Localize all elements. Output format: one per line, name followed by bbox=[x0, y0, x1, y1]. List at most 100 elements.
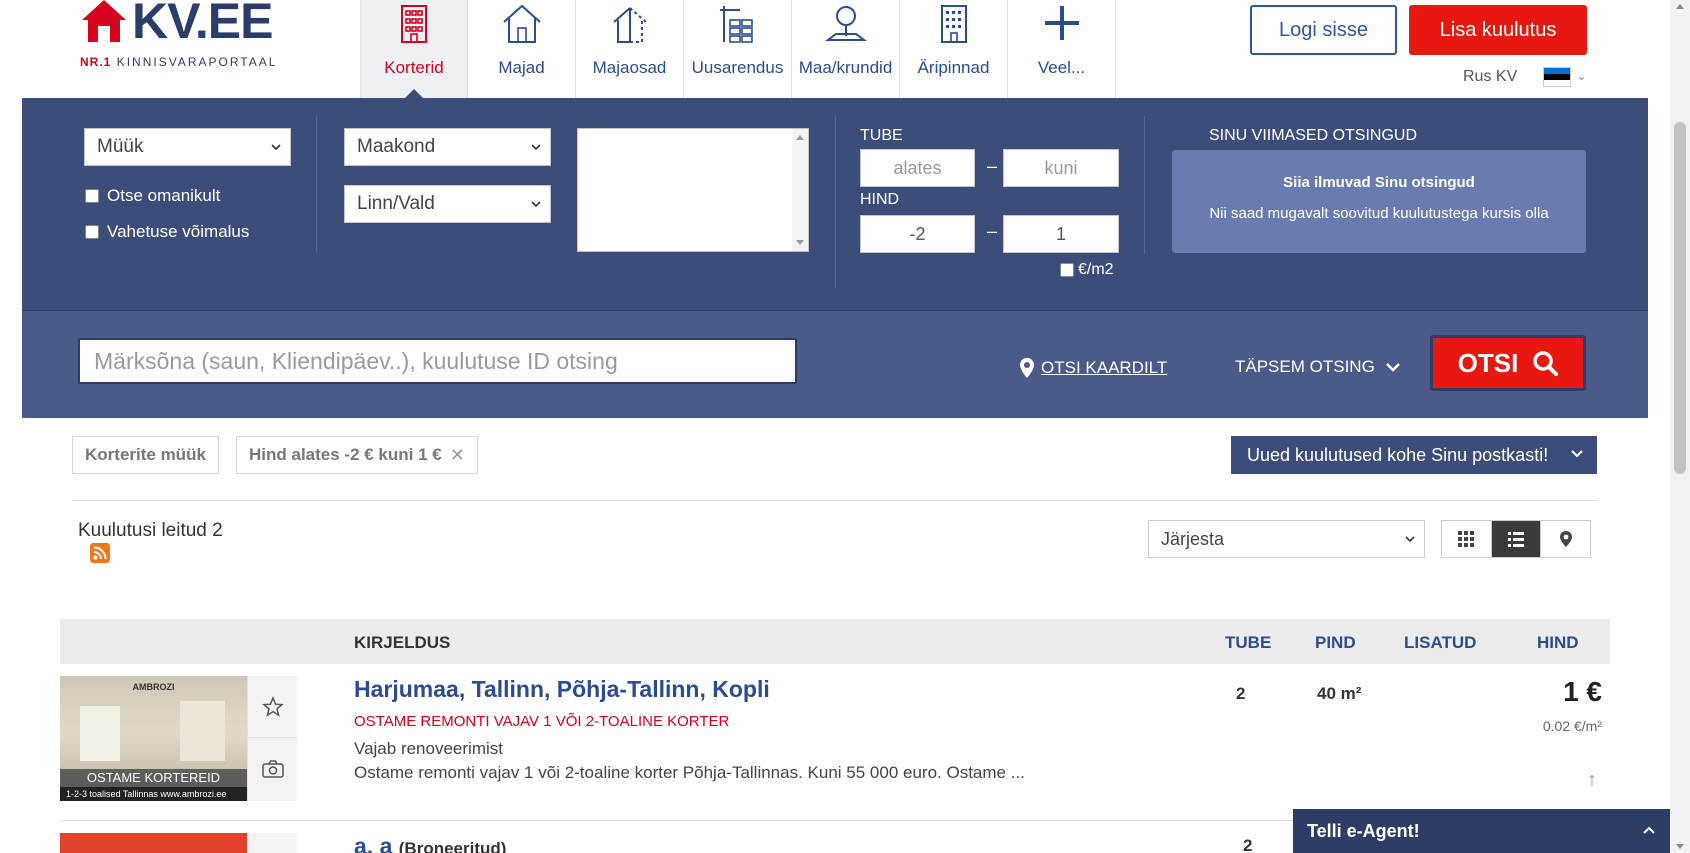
nav-label: Uusarendus bbox=[691, 58, 784, 77]
add-listing-button[interactable]: Lisa kuulutus bbox=[1409, 5, 1587, 55]
exchange-checkbox[interactable]: Vahetuse võimalus bbox=[85, 222, 249, 242]
page-scrollbar[interactable] bbox=[1670, 0, 1690, 853]
favorite-button[interactable] bbox=[248, 676, 297, 738]
nav-item-korterid[interactable]: Korterid bbox=[360, 0, 468, 98]
range-dash: – bbox=[987, 221, 998, 241]
divider bbox=[1144, 116, 1145, 254]
sort-select[interactable]: Järjesta bbox=[1148, 520, 1425, 558]
chevron-down-icon bbox=[531, 144, 541, 151]
recent-searches-heading: Siia ilmuvad Sinu otsingud bbox=[1283, 174, 1475, 191]
nav-item-uusarendus[interactable]: Uusarendus bbox=[684, 0, 792, 98]
arrow-up-icon: ↑ bbox=[1587, 768, 1597, 791]
camera-icon bbox=[261, 760, 284, 778]
grid-icon bbox=[1458, 531, 1475, 547]
listing-title[interactable]: a, a (Broneeritud) bbox=[354, 833, 506, 853]
listing-actions bbox=[247, 676, 297, 801]
per-m2-checkbox[interactable]: €/m2 bbox=[1060, 261, 1114, 279]
nav-label: Maa/krundid bbox=[798, 58, 893, 77]
listing-description: Vajab renoveerimist bbox=[354, 739, 503, 758]
list-view-button[interactable] bbox=[1491, 521, 1542, 557]
chevron-down-icon bbox=[1385, 363, 1400, 372]
listbox-scrollbar[interactable] bbox=[792, 129, 808, 251]
nav-label: Veel... bbox=[1037, 58, 1086, 77]
header-area[interactable]: PIND bbox=[1315, 633, 1356, 653]
nav-item-aripinnad[interactable]: Äripinnad bbox=[900, 0, 1008, 98]
owner-checkbox[interactable]: Otse omanikult bbox=[85, 186, 220, 206]
listing-title-text: a, a bbox=[354, 833, 393, 853]
nav-item-veel[interactable]: Veel... bbox=[1008, 0, 1116, 98]
district-listbox[interactable] bbox=[577, 128, 809, 252]
checkbox-box[interactable] bbox=[1060, 263, 1074, 277]
rooms-from-input[interactable]: alates bbox=[860, 149, 975, 187]
scroll-up-icon[interactable] bbox=[1676, 4, 1684, 9]
divider bbox=[72, 500, 1597, 501]
nav-item-majad[interactable]: Majad bbox=[468, 0, 576, 98]
site-header: KV.EE NR.1 KINNISVARAPORTAAL Korterid Ma… bbox=[0, 0, 1670, 98]
header-description[interactable]: KIRJELDUS bbox=[354, 633, 450, 653]
advanced-search-toggle[interactable]: TÄPSEM OTSING bbox=[1235, 357, 1401, 377]
recent-searches-text: Nii saad mugavalt soovitud kuulutustega … bbox=[1209, 205, 1549, 222]
plus-icon bbox=[1044, 6, 1079, 40]
eagent-label: Telli e-Agent! bbox=[1307, 820, 1420, 841]
city-select[interactable]: Linn/Vald bbox=[344, 185, 551, 223]
price-to-input[interactable]: 1 bbox=[1003, 215, 1119, 253]
map-pin-icon bbox=[1559, 531, 1572, 547]
email-alert-button[interactable]: Uued kuulutused kohe Sinu postkasti! bbox=[1231, 436, 1597, 474]
map-view-button[interactable] bbox=[1541, 521, 1590, 557]
listing-title[interactable]: Harjumaa, Tallinn, Põhja-Tallinn, Kopli bbox=[354, 676, 770, 703]
rss-glyph bbox=[93, 546, 107, 560]
nav-item-maa-krundid[interactable]: Maa/krundid bbox=[792, 0, 900, 98]
advanced-search-label: TÄPSEM OTSING bbox=[1235, 357, 1375, 376]
thumbnail-window-shape bbox=[80, 706, 120, 761]
nav-label: Äripinnad bbox=[917, 58, 990, 77]
filter-chip-label: Korterite müük bbox=[85, 445, 206, 464]
rss-icon[interactable] bbox=[90, 543, 110, 563]
listing-price: 1 € bbox=[1563, 676, 1602, 707]
view-switcher bbox=[1441, 520, 1591, 558]
gallery-button[interactable] bbox=[248, 738, 297, 800]
price-label: HIND bbox=[860, 191, 900, 208]
nav-label: Majaosad bbox=[592, 58, 667, 77]
land-icon bbox=[824, 6, 867, 41]
grid-view-button[interactable] bbox=[1442, 521, 1492, 557]
nav-item-majaosad[interactable]: Majaosad bbox=[576, 0, 684, 98]
checkbox-box[interactable] bbox=[85, 225, 99, 239]
header-rooms[interactable]: TUBE bbox=[1225, 633, 1271, 653]
scroll-up-icon[interactable] bbox=[796, 135, 804, 140]
price-from-input[interactable]: -2 bbox=[860, 215, 975, 253]
listing-description: Ostame remonti vajav 1 või 2-toaline kor… bbox=[354, 763, 1025, 782]
listing-thumbnail[interactable]: AMBROZI OSTAME KORTEREID 1-2-3 toalised … bbox=[60, 676, 247, 801]
login-button[interactable]: Logi sisse bbox=[1250, 5, 1397, 55]
search-on-map-link[interactable]: OTSI KAARDILT bbox=[1019, 357, 1167, 379]
listing-rooms: 2 bbox=[1243, 836, 1253, 853]
scroll-down-icon[interactable] bbox=[796, 240, 804, 245]
site-logo[interactable]: KV.EE NR.1 KINNISVARAPORTAAL bbox=[80, 0, 295, 75]
eagent-panel-toggle[interactable]: Telli e-Agent! bbox=[1293, 809, 1671, 853]
checkbox-box[interactable] bbox=[85, 189, 99, 203]
deal-type-select[interactable]: Müük bbox=[84, 128, 291, 166]
listing-badge: (Broneeritud) bbox=[398, 839, 507, 853]
header-price[interactable]: HIND bbox=[1537, 633, 1579, 653]
chevron-down-icon bbox=[1405, 536, 1415, 543]
listing-price-per-m2: 0.02 €/m² bbox=[1542, 718, 1602, 734]
remove-filter-icon[interactable]: ✕ bbox=[450, 445, 465, 466]
commercial-icon bbox=[940, 5, 967, 43]
listing-rooms: 2 bbox=[1236, 684, 1246, 703]
chevron-down-icon[interactable]: ⌄ bbox=[1577, 70, 1586, 83]
back-to-top-button[interactable]: ↑ bbox=[1568, 760, 1616, 800]
rooms-to-input[interactable]: kuni bbox=[1003, 149, 1119, 187]
scroll-down-icon[interactable] bbox=[1676, 844, 1684, 849]
county-select[interactable]: Maakond bbox=[344, 128, 551, 166]
scrollbar-thumb[interactable] bbox=[1674, 122, 1686, 474]
thumbnail-subtext: 1-2-3 toalised Tallinnas www.ambrozi.ee bbox=[60, 787, 247, 801]
listing-thumbnail[interactable] bbox=[60, 833, 247, 853]
logo-tagline: NR.1 KINNISVARAPORTAAL bbox=[80, 55, 277, 69]
keyword-input[interactable]: Märksõna (saun, Kliendipäev..), kuulutus… bbox=[78, 338, 797, 384]
language-link[interactable]: Rus KV bbox=[1463, 68, 1517, 86]
apartment-icon bbox=[401, 5, 427, 43]
nav-label: Korterid bbox=[384, 58, 444, 77]
search-button[interactable]: OTSI bbox=[1430, 335, 1586, 391]
header-added[interactable]: LISATUD bbox=[1404, 633, 1476, 653]
table-row: AMBROZI OSTAME KORTEREID 1-2-3 toalised … bbox=[60, 676, 1610, 801]
estonian-flag-icon[interactable] bbox=[1543, 67, 1571, 87]
